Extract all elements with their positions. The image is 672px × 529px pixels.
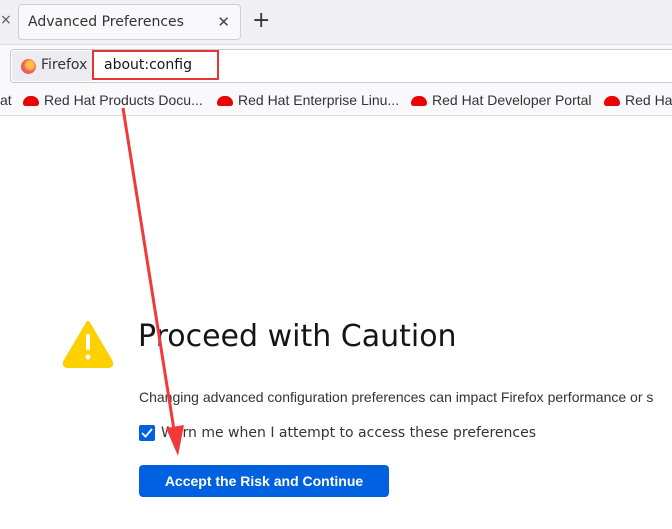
plus-icon[interactable]: + [252,8,270,33]
close-icon[interactable]: × [0,12,12,28]
bookmark-item[interactable]: Red Hat Enterprise Linu... [217,92,399,108]
bookmark-label: Red Hat Developer Portal [432,92,592,108]
identity-label: Firefox [41,57,88,73]
bookmark-label: at [0,92,12,108]
tab-title: Advanced Preferences [28,14,184,30]
accept-risk-button[interactable]: Accept the Risk and Continue [139,465,389,497]
warn-checkbox[interactable] [139,425,155,441]
warn-checkbox-label[interactable]: Warn me when I attempt to access these p… [161,425,536,441]
bookmark-item[interactable]: Red Ha [604,92,672,108]
page-title: Proceed with Caution [138,319,457,354]
bookmark-item[interactable]: at [0,92,12,108]
bookmarks-toolbar: at Red Hat Products Docu... Red Hat Ente… [0,86,672,116]
bookmark-label: Red Ha [625,92,672,108]
redhat-icon [411,96,427,106]
redhat-icon [23,96,39,106]
tab-bar: × Advanced Preferences ✕ + [0,0,672,44]
checkmark-icon [141,428,153,438]
description: Changing advanced configuration preferen… [139,389,654,405]
identity-box[interactable]: Firefox [12,51,94,81]
bookmark-label: Red Hat Enterprise Linu... [238,92,400,108]
annotation-highlight-box [92,50,219,80]
bookmark-item[interactable]: Red Hat Products Docu... [23,92,203,108]
redhat-icon [217,96,233,106]
bookmark-label: Red Hat Products Docu... [44,92,203,108]
firefox-icon [21,59,36,74]
tab-advanced-preferences[interactable]: Advanced Preferences ✕ [18,4,241,40]
redhat-icon [604,96,620,106]
warning-icon [62,321,114,368]
bookmark-item[interactable]: Red Hat Developer Portal [411,92,592,108]
close-icon[interactable]: ✕ [217,13,230,31]
